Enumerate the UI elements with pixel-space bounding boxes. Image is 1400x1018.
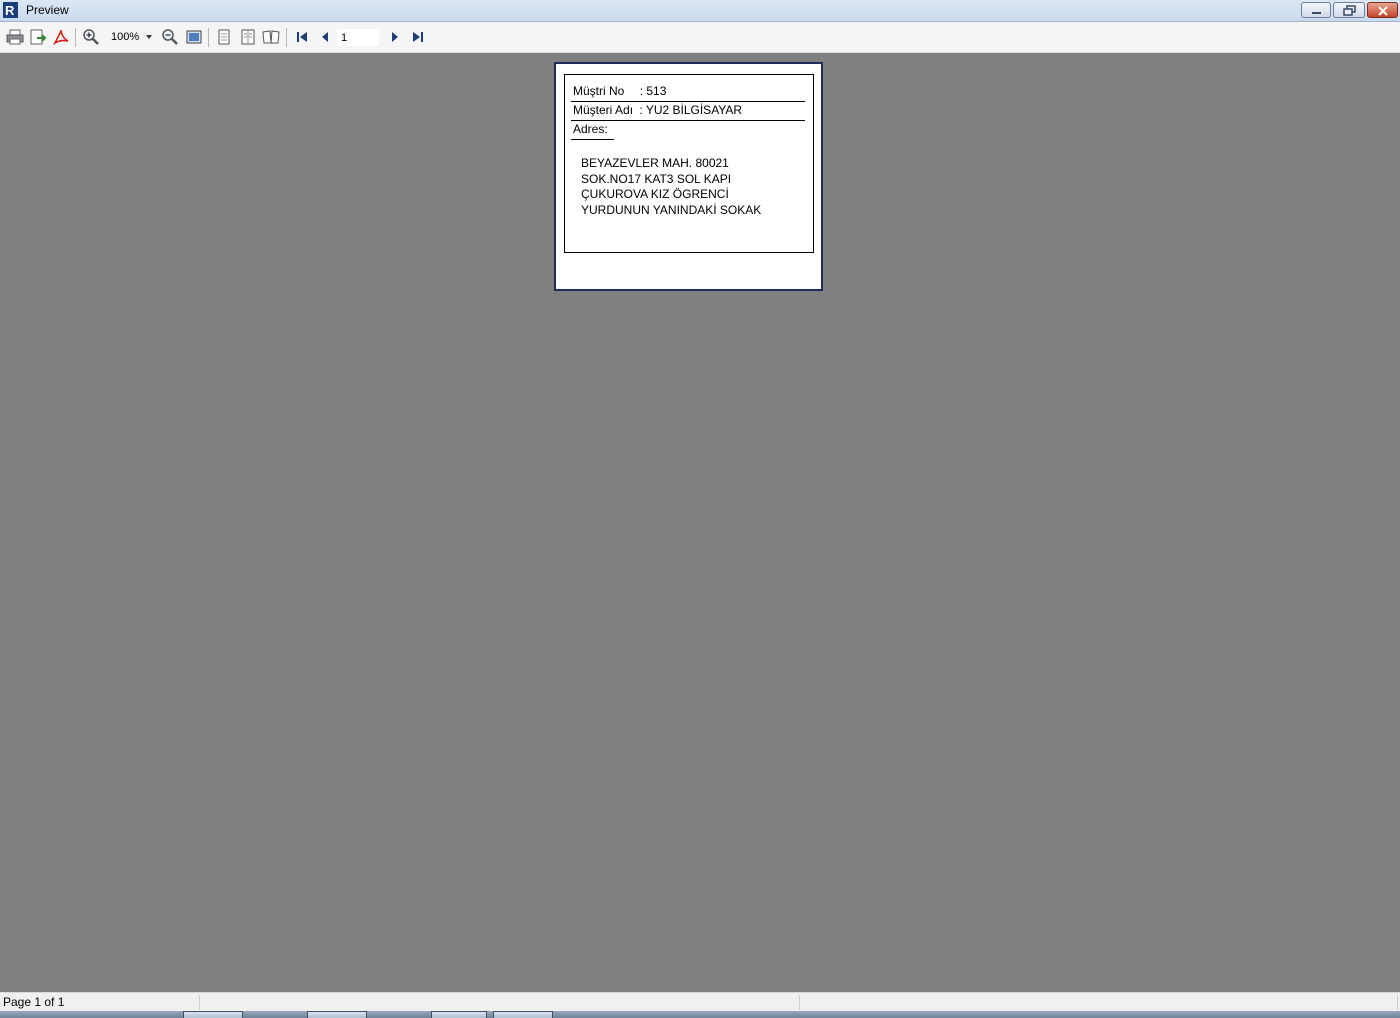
restore-button[interactable] (1333, 2, 1365, 18)
status-separator (1397, 995, 1398, 1010)
taskbar-button[interactable] (431, 1011, 487, 1018)
customer-name-value: : YU2 BİLGİSAYAR (639, 103, 743, 117)
toolbar-separator (286, 28, 287, 47)
address-line: BEYAZEVLER MAH. 80021 (581, 156, 729, 170)
single-page-icon[interactable] (215, 28, 233, 46)
export-icon[interactable] (29, 28, 47, 46)
restore-icon (1343, 5, 1356, 16)
customer-label-box: Müştri No : 513 Müşteri Adı : YU2 BİLGİS… (564, 74, 814, 253)
zoom-select[interactable]: 100% (108, 28, 154, 46)
customer-no-value: : 513 (639, 84, 667, 98)
toolbar: 100% (0, 22, 1400, 53)
close-icon (1378, 6, 1388, 16)
book-icon[interactable] (262, 28, 280, 46)
zoom-out-icon[interactable] (161, 28, 179, 46)
page-number-input[interactable] (337, 29, 379, 46)
taskbar-button[interactable] (183, 1011, 243, 1018)
taskbar-button[interactable] (493, 1011, 553, 1018)
customer-no-row: Müştri No : 513 (573, 84, 666, 98)
print-icon[interactable] (6, 28, 24, 46)
divider-line (571, 101, 805, 102)
divider-line (571, 120, 805, 121)
customer-name-row: Müşteri Adı : YU2 BİLGİSAYAR (573, 103, 742, 117)
zoom-in-icon[interactable] (82, 28, 100, 46)
chevron-down-icon (146, 35, 152, 39)
first-page-icon[interactable] (293, 28, 311, 46)
svg-text:R: R (5, 3, 15, 18)
customer-no-label: Müştri No (573, 84, 625, 98)
minimize-button[interactable] (1301, 2, 1331, 18)
pdf-icon[interactable] (52, 28, 70, 46)
address-block: BEYAZEVLER MAH. 80021 SOK.NO17 KAT3 SOL … (581, 156, 761, 218)
report-page: Müştri No : 513 Müşteri Adı : YU2 BİLGİS… (554, 62, 823, 291)
minimize-icon (1312, 12, 1321, 14)
taskbar-button[interactable] (307, 1011, 367, 1018)
address-line: SOK.NO17 KAT3 SOL KAPI (581, 171, 732, 186)
customer-name-label: Müşteri Adı (573, 103, 634, 117)
address-line: YURDUNUN YANINDAKİ SOKAK (581, 202, 762, 217)
status-separator (199, 995, 200, 1010)
status-separator (799, 995, 800, 1010)
status-bar: Page 1 of 1 (0, 992, 1400, 1012)
window-title: Preview (26, 3, 69, 17)
fit-page-icon[interactable] (185, 28, 203, 46)
address-line: ÇUKUROVA KIZ ÖGRENCİ (581, 187, 729, 201)
toolbar-separator (208, 28, 209, 47)
report-app-icon: R (3, 2, 18, 18)
toolbar-separator (75, 28, 76, 47)
divider-line (571, 139, 614, 140)
page-status: Page 1 of 1 (3, 995, 65, 1009)
multi-page-icon[interactable] (239, 28, 257, 46)
next-page-icon[interactable] (386, 28, 404, 46)
address-label: Adres: (573, 122, 608, 136)
title-bar: R Preview (0, 0, 1400, 22)
close-button[interactable] (1367, 2, 1398, 18)
previous-page-icon[interactable] (316, 28, 334, 46)
zoom-value: 100% (111, 31, 140, 43)
last-page-icon[interactable] (409, 28, 427, 46)
